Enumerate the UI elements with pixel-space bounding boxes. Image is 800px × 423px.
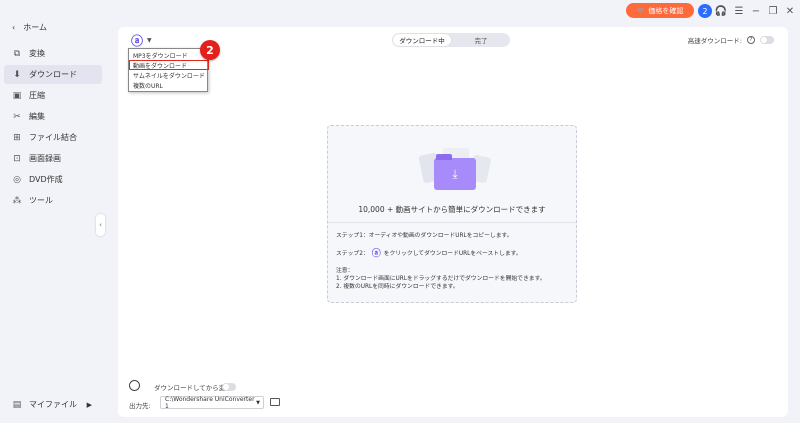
high-speed-label: 高速ダウンロード: — [687, 37, 742, 45]
help-icon[interactable]: ? — [747, 36, 755, 44]
sidebar-item-label: ツール — [29, 196, 53, 205]
sidebar-item-label: DVD作成 — [29, 175, 63, 184]
my-files-button[interactable]: ▤ マイファイル ▶ — [4, 395, 102, 414]
sidebar-item-label: ファイル結合 — [29, 133, 77, 142]
sidebar-item-compress[interactable]: ▣ 圧縮 — [4, 86, 102, 105]
minimize-icon[interactable]: − — [749, 4, 763, 18]
chevron-left-icon: ‹ — [12, 23, 16, 32]
convert-icon: ⧉ — [13, 48, 21, 59]
divider — [328, 222, 576, 223]
title-bar: 🛒 価格を確認 2 🎧 ☰ − ❐ ✕ — [0, 0, 800, 22]
download-icon: ⬇ — [13, 69, 21, 80]
tools-icon: ⁂ — [12, 195, 22, 206]
my-files-label: マイファイル — [29, 400, 77, 409]
compress-icon: ▣ — [12, 90, 22, 101]
chevron-down-icon: ▼ — [256, 399, 260, 406]
convert-after-download-toggle[interactable] — [222, 383, 236, 391]
tab-completed[interactable]: 完了 — [452, 33, 510, 47]
output-path-select[interactable]: C:\Wondershare UniConverter 1 ▼ — [160, 395, 264, 410]
link-download-icon: ⓐ — [371, 249, 381, 259]
step-2-suffix: をクリックしてダウンロードURLをペーストします。 — [383, 251, 522, 257]
screen-record-icon: ⊡ — [13, 153, 21, 164]
chevron-right-icon: ▶ — [86, 400, 92, 409]
chevron-down-icon: ▼ — [147, 36, 152, 44]
open-folder-icon[interactable] — [270, 398, 280, 406]
high-speed-download: 高速ダウンロード: ? — [688, 35, 774, 45]
home-label: ホーム — [23, 23, 47, 32]
folder-download-icon: ⤓ — [434, 154, 476, 190]
note-2: 2. 複数のURLを同時にダウンロードできます。 — [336, 284, 459, 290]
menu-item-download-video[interactable]: 動画をダウンロード — [129, 60, 209, 70]
sidebar-item-label: 編集 — [29, 112, 45, 121]
high-speed-toggle[interactable] — [760, 36, 774, 44]
scissors-icon: ✂ — [13, 111, 21, 122]
step-1-text: ステップ1：オーディオや動画のダウンロードURLをコピーします。 — [336, 230, 513, 239]
drop-area[interactable]: ⤓ 10,000 + 動画サイトから簡単にダウンロードできます ステップ1：オー… — [327, 125, 577, 303]
cart-icon: 🛒 — [636, 6, 646, 15]
sidebar-item-download[interactable]: ⬇ ダウンロード — [4, 65, 102, 84]
download-status-tabs: ダウンロード中 完了 — [392, 33, 510, 47]
merge-icon: ⊞ — [13, 132, 21, 143]
step-1-label: ステップ1：オーディオや動画のダウンロードURLをコピーします。 — [336, 233, 513, 239]
collapse-sidebar-button[interactable]: ‹ — [96, 214, 105, 236]
maximize-icon[interactable]: ❐ — [766, 4, 780, 18]
menu-item-multiple-urls[interactable]: 複数のURL — [129, 80, 207, 90]
drop-area-headline: 10,000 + 動画サイトから簡単にダウンロードできます — [358, 205, 546, 214]
step-2-text: ステップ2： ⓐ をクリックしてダウンロードURLをペーストします。 — [336, 246, 522, 259]
step-2-prefix: ステップ2： — [336, 251, 369, 257]
sidebar-item-edit[interactable]: ✂ 編集 — [4, 107, 102, 126]
download-dropdown-menu: MP3をダウンロード 動画をダウンロード サムネイルをダウンロード 複数のURL — [128, 48, 209, 92]
avatar[interactable]: 2 — [698, 4, 712, 18]
sidebar-item-merge[interactable]: ⊞ ファイル結合 — [4, 128, 102, 147]
sidebar-item-label: ダウンロード — [29, 70, 77, 79]
output-path-value: C:\Wondershare UniConverter 1 — [165, 395, 255, 410]
sidebar-item-label: 変換 — [29, 49, 45, 58]
sidebar-item-screen-record[interactable]: ⊡ 画面録画 — [4, 149, 102, 168]
menu-item-download-thumbnail[interactable]: サムネイルをダウンロード — [129, 70, 207, 80]
avatar-initial: 2 — [702, 6, 708, 16]
sidebar-item-dvd[interactable]: ◎ DVD作成 — [4, 170, 102, 189]
sidebar-item-label: 画面録画 — [29, 154, 61, 163]
sidebar: ‹ ホーム ⧉ 変換 ⬇ ダウンロード ▣ 圧縮 ✂ 編集 ⊞ ファイル結合 ⊡… — [0, 0, 105, 423]
home-link[interactable]: ‹ ホーム — [12, 22, 47, 33]
menu-icon[interactable]: ☰ — [732, 4, 746, 18]
headset-icon[interactable]: 🎧 — [714, 4, 728, 18]
tab-downloading[interactable]: ダウンロード中 — [393, 34, 451, 46]
close-icon[interactable]: ✕ — [783, 4, 797, 18]
sidebar-item-label: 圧縮 — [29, 91, 45, 100]
output-label: 出力先: — [129, 402, 151, 410]
dvd-icon: ◎ — [13, 174, 21, 185]
link-download-icon: ⓐ — [130, 33, 143, 48]
download-folder-illustration: ⤓ — [418, 148, 492, 196]
timer-icon — [129, 380, 140, 391]
check-price-button[interactable]: 🛒 価格を確認 — [626, 3, 694, 18]
menu-item-download-mp3[interactable]: MP3をダウンロード — [129, 50, 207, 60]
download-menu-button[interactable]: ⓐ ▼ — [130, 33, 152, 48]
download-panel: ⓐ ▼ MP3をダウンロード 動画をダウンロード サムネイルをダウンロード 複数… — [118, 27, 788, 417]
step-number-badge: 2 — [200, 40, 220, 60]
check-price-label: 価格を確認 — [648, 6, 684, 15]
folder-icon: ▤ — [12, 399, 22, 410]
sidebar-item-convert[interactable]: ⧉ 変換 — [4, 44, 102, 63]
sidebar-item-tools[interactable]: ⁂ ツール — [4, 191, 102, 210]
